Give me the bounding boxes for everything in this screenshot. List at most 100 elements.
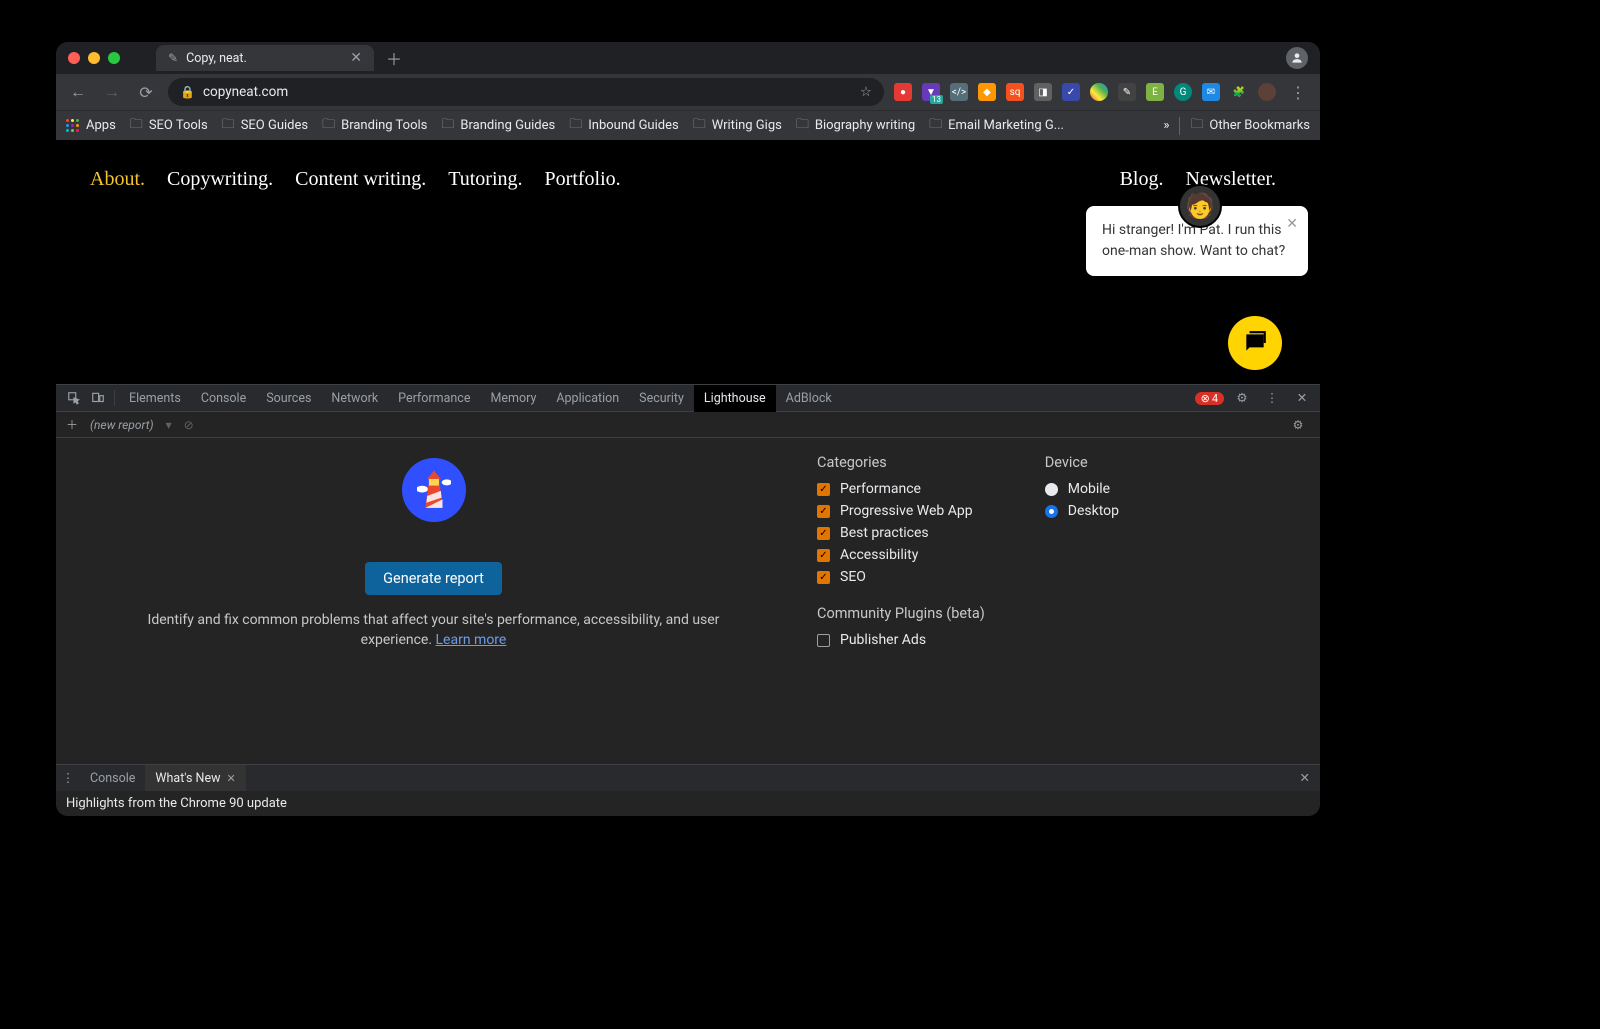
devtools-drawer: ⋮ Console What's New✕ ✕ Highlights from …	[56, 764, 1320, 816]
extension-icon[interactable]: </>	[950, 83, 968, 101]
other-bookmarks-button[interactable]: 🗀Other Bookmarks	[1190, 115, 1310, 137]
minimize-window-button[interactable]	[88, 52, 100, 64]
profile-button[interactable]	[1286, 47, 1308, 69]
devtools-tab-network[interactable]: Network	[321, 385, 388, 412]
extension-icon[interactable]	[1090, 83, 1108, 101]
extensions-area: ● ▼13 </> ◆ sq ◨ ✓ ✎ E G ✉ 🧩 ⋮	[894, 80, 1310, 104]
folder-icon: 🗀	[929, 115, 942, 137]
bookmark-folder[interactable]: 🗀SEO Tools	[130, 115, 208, 137]
bookmark-label: SEO Guides	[241, 118, 308, 133]
nav-link-content-writing[interactable]: Content writing.	[295, 168, 426, 191]
devtools-menu-button[interactable]: ⋮	[1260, 386, 1284, 410]
nav-link-about[interactable]: About.	[90, 168, 145, 191]
devtools-close-button[interactable]: ✕	[1290, 386, 1314, 410]
url-text: copyneat.com	[203, 84, 288, 100]
folder-icon: 🗀	[569, 115, 582, 137]
devtools-tab-elements[interactable]: Elements	[119, 385, 191, 412]
category-checkbox-performance[interactable]: ✓Performance	[817, 481, 985, 497]
lighthouse-settings-button[interactable]: ⚙	[1286, 413, 1310, 437]
devtools-tab-adblock[interactable]: AdBlock	[776, 385, 842, 412]
extension-icon[interactable]: ▼13	[922, 83, 940, 101]
devtools-settings-button[interactable]: ⚙	[1230, 386, 1254, 410]
extension-icon[interactable]: ✉	[1202, 83, 1220, 101]
chat-close-button[interactable]: ✕	[1286, 214, 1298, 235]
tab-close-button[interactable]: ✕	[350, 50, 362, 66]
category-checkbox-accessibility[interactable]: ✓Accessibility	[817, 547, 985, 563]
nav-link-tutoring[interactable]: Tutoring.	[448, 168, 522, 191]
maximize-window-button[interactable]	[108, 52, 120, 64]
extension-icon[interactable]: E	[1146, 83, 1164, 101]
checkbox-icon: ✓	[817, 527, 830, 540]
device-radio-desktop[interactable]: Desktop	[1045, 503, 1119, 519]
drawer-tab-close-icon[interactable]: ✕	[226, 772, 235, 785]
categories-section: Categories ✓Performance ✓Progressive Web…	[817, 454, 985, 754]
bookmark-folder[interactable]: 🗀Inbound Guides	[569, 115, 678, 137]
error-count-badge[interactable]: ⊗4	[1195, 392, 1224, 405]
devtools-tab-application[interactable]: Application	[546, 385, 629, 412]
bookmark-folder[interactable]: 🗀Branding Guides	[441, 115, 555, 137]
close-window-button[interactable]	[68, 52, 80, 64]
apps-button[interactable]: Apps	[66, 118, 116, 133]
extension-icon[interactable]: ◆	[978, 83, 996, 101]
devtools-tab-performance[interactable]: Performance	[388, 385, 480, 412]
new-tab-button[interactable]: ＋	[386, 46, 402, 70]
bookmark-label: Branding Tools	[341, 118, 427, 133]
device-radio-mobile[interactable]: Mobile	[1045, 481, 1119, 497]
checkbox-icon: ✓	[817, 483, 830, 496]
nav-link-copywriting[interactable]: Copywriting.	[167, 168, 273, 191]
devtools-tab-lighthouse[interactable]: Lighthouse	[694, 385, 776, 412]
device-label: Device	[1045, 454, 1119, 471]
extension-icon[interactable]: G	[1174, 83, 1192, 101]
profile-avatar-icon[interactable]	[1258, 83, 1276, 101]
browser-tab[interactable]: ✎ Copy, neat. ✕	[156, 45, 374, 71]
bookmark-folder[interactable]: 🗀Biography writing	[796, 115, 915, 137]
category-checkbox-best-practices[interactable]: ✓Best practices	[817, 525, 985, 541]
learn-more-link[interactable]: Learn more	[436, 632, 507, 648]
reload-button[interactable]: ⟳	[134, 80, 158, 104]
lighthouse-description: Identify and fix common problems that af…	[114, 611, 754, 650]
generate-report-button[interactable]: Generate report	[365, 562, 502, 595]
category-checkbox-pwa[interactable]: ✓Progressive Web App	[817, 503, 985, 519]
drawer-close-button[interactable]: ✕	[1290, 770, 1320, 786]
bookmarks-overflow-button[interactable]: »	[1163, 118, 1169, 133]
inspect-element-button[interactable]	[62, 386, 86, 410]
chrome-menu-button[interactable]: ⋮	[1286, 80, 1310, 104]
category-checkbox-seo[interactable]: ✓SEO	[817, 569, 985, 585]
bookmark-star-icon[interactable]: ☆	[860, 84, 872, 100]
plugin-checkbox-publisher-ads[interactable]: Publisher Ads	[817, 632, 985, 648]
devtools-tab-memory[interactable]: Memory	[480, 385, 546, 412]
drawer-menu-button[interactable]: ⋮	[56, 766, 80, 790]
extension-icon[interactable]: ✎	[1118, 83, 1136, 101]
nav-link-blog[interactable]: Blog.	[1120, 168, 1164, 191]
checkbox-label: Accessibility	[840, 547, 918, 563]
extension-icon[interactable]: ●	[894, 83, 912, 101]
bookmark-folder[interactable]: 🗀Email Marketing G...	[929, 115, 1064, 137]
forward-button[interactable]: →	[100, 80, 124, 104]
drawer-tab-whats-new[interactable]: What's New✕	[145, 765, 245, 791]
back-button[interactable]: ←	[66, 80, 90, 104]
categories-label: Categories	[817, 454, 985, 471]
chat-message: Hi stranger! I'm Pat. I run this one-man…	[1102, 222, 1285, 259]
nav-link-portfolio[interactable]: Portfolio.	[545, 168, 621, 191]
devtools-tab-sources[interactable]: Sources	[256, 385, 321, 412]
bookmark-folder[interactable]: 🗀Writing Gigs	[693, 115, 782, 137]
chat-launcher-button[interactable]	[1228, 316, 1282, 370]
add-report-button[interactable]: ＋	[66, 416, 78, 433]
devtools-tab-console[interactable]: Console	[191, 385, 256, 412]
drawer-tab-console[interactable]: Console	[80, 765, 145, 791]
extensions-menu-icon[interactable]: 🧩	[1230, 83, 1248, 101]
clear-button[interactable]: ⊘	[184, 418, 194, 432]
extension-icon[interactable]: ✓	[1062, 83, 1080, 101]
report-dropdown[interactable]: (new report)	[90, 418, 154, 432]
device-toggle-button[interactable]	[86, 386, 110, 410]
extension-icon[interactable]: ◨	[1034, 83, 1052, 101]
devtools-tab-security[interactable]: Security	[629, 385, 694, 412]
bookmark-folder[interactable]: 🗀 Branding Tools	[322, 115, 427, 137]
bookmark-folder[interactable]: 🗀SEO Guides	[222, 115, 308, 137]
folder-icon: 🗀	[796, 115, 809, 137]
folder-icon: 🗀	[322, 115, 335, 137]
extension-icon[interactable]: sq	[1006, 83, 1024, 101]
drawer-content: Highlights from the Chrome 90 update	[56, 791, 1320, 816]
address-bar[interactable]: 🔒 copyneat.com ☆	[168, 78, 884, 106]
favicon: ✎	[168, 51, 178, 65]
